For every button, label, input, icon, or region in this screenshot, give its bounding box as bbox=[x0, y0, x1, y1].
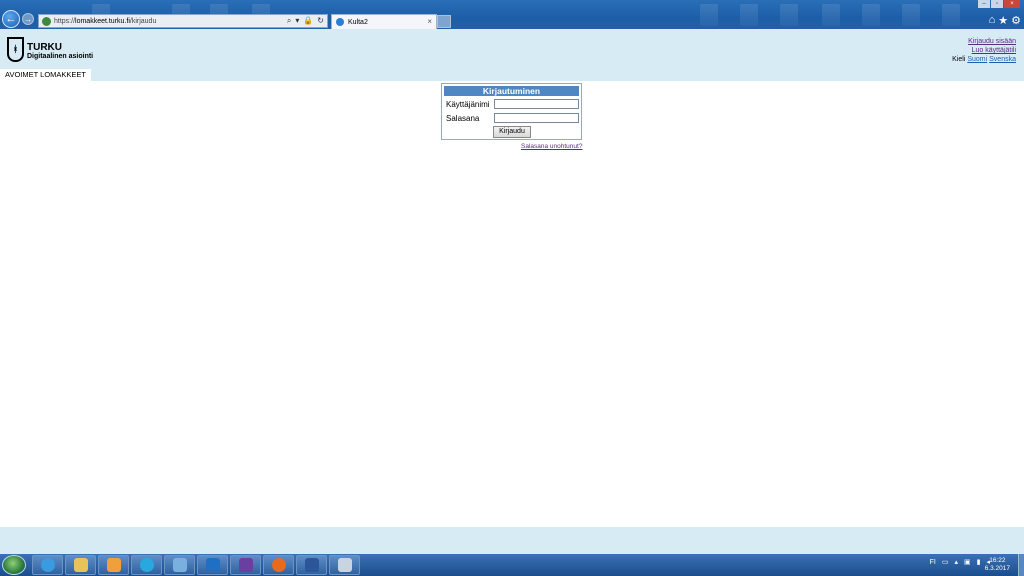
page-footer bbox=[0, 527, 1024, 554]
paint-icon[interactable] bbox=[329, 555, 360, 575]
clock-date: 6.3.2017 bbox=[984, 565, 1010, 572]
close-window-icon[interactable]: × bbox=[1004, 0, 1020, 8]
address-tools: ⌕ ▾ 🔒 ↻ bbox=[287, 16, 324, 26]
address-bar[interactable]: https://lomakkeet.turku.fi/kirjaudu ⌕ ▾ … bbox=[38, 14, 328, 28]
lock-icon[interactable]: 🔒 bbox=[303, 16, 313, 26]
input-language[interactable]: FI bbox=[930, 559, 936, 566]
skype-icon[interactable] bbox=[131, 555, 162, 575]
password-label: Salasana bbox=[446, 114, 480, 123]
start-button-icon[interactable] bbox=[2, 555, 26, 575]
language-selector: Kieli Suomi Svenska bbox=[952, 55, 1016, 64]
support-tool-icon[interactable] bbox=[164, 555, 195, 575]
close-tab-icon[interactable]: × bbox=[427, 17, 432, 26]
keyboard-icon[interactable]: ▭ bbox=[942, 558, 949, 566]
background-tile bbox=[902, 4, 920, 26]
login-title: Kirjautuminen bbox=[444, 86, 579, 96]
search-icon[interactable]: ⌕ bbox=[287, 16, 291, 26]
address-url: https://lomakkeet.turku.fi/kirjaudu bbox=[54, 17, 157, 25]
background-tile bbox=[700, 4, 718, 26]
menu-tab-open-forms[interactable]: AVOIMET LOMAKKEET bbox=[0, 69, 91, 81]
brand-subtitle: Digitaalinen asiointi bbox=[27, 53, 94, 60]
media-player-icon[interactable] bbox=[98, 555, 129, 575]
site-favicon-icon bbox=[42, 16, 51, 26]
dropdown-icon[interactable]: ▾ bbox=[295, 16, 299, 26]
forgot-password-link[interactable]: Salasana unohtunut? bbox=[521, 143, 582, 150]
top-links: Kirjaudu sisään Luo käyttäjätili Kieli S… bbox=[952, 37, 1016, 64]
window-controls: – ▫ × bbox=[978, 0, 1020, 8]
device-icon[interactable]: ▣ bbox=[964, 558, 971, 566]
browser-right-buttons: ⌂ ★ ⚙ bbox=[989, 14, 1021, 27]
forward-button[interactable]: → bbox=[22, 13, 34, 25]
username-label: Käyttäjänimi bbox=[446, 100, 490, 109]
new-tab-button[interactable] bbox=[437, 15, 451, 28]
register-link[interactable]: Luo käyttäjätili bbox=[972, 47, 1016, 54]
show-desktop-button[interactable] bbox=[1018, 554, 1024, 576]
language-sv-link[interactable]: Svenska bbox=[989, 56, 1016, 63]
password-input[interactable] bbox=[494, 113, 579, 123]
internet-explorer-icon[interactable] bbox=[32, 555, 63, 575]
file-explorer-icon[interactable] bbox=[65, 555, 96, 575]
contacts-icon[interactable] bbox=[230, 555, 261, 575]
arrow-right-icon: → bbox=[24, 14, 32, 24]
maximize-icon[interactable]: ▫ bbox=[991, 0, 1003, 8]
arrow-left-icon: ← bbox=[5, 13, 17, 25]
login-form: Kirjautuminen Käyttäjänimi Salasana Kirj… bbox=[441, 83, 582, 140]
turku-crest-icon[interactable]: ᚼ bbox=[7, 37, 24, 62]
login-button[interactable]: Kirjaudu bbox=[493, 126, 531, 138]
background-tile bbox=[942, 4, 960, 26]
browser-tab[interactable]: Kulta2 × bbox=[331, 14, 437, 29]
browser-chrome: ← → https://lomakkeet.turku.fi/kirjaudu … bbox=[0, 0, 1024, 29]
brand-name: TURKU bbox=[27, 42, 62, 53]
settings-gear-icon[interactable]: ⚙ bbox=[1011, 14, 1021, 27]
clock-time: 16:22 bbox=[989, 557, 1006, 564]
ie-favicon-icon bbox=[336, 18, 344, 26]
background-tile bbox=[780, 4, 798, 26]
login-link[interactable]: Kirjaudu sisään bbox=[968, 38, 1016, 45]
background-tile bbox=[740, 4, 758, 26]
back-button[interactable]: ← bbox=[2, 10, 20, 28]
system-tray: FI ▭ ▴ ▣ ▮ ◂ bbox=[930, 558, 990, 567]
language-fi-link[interactable]: Suomi bbox=[967, 56, 987, 63]
background-tile bbox=[822, 4, 840, 26]
language-label: Kieli bbox=[952, 56, 966, 63]
firefox-icon[interactable] bbox=[263, 555, 294, 575]
minimize-icon[interactable]: – bbox=[978, 0, 990, 8]
page-header: ᚼ TURKU Digitaalinen asiointi Kirjaudu s… bbox=[0, 29, 1024, 81]
favorites-star-icon[interactable]: ★ bbox=[998, 14, 1008, 27]
outlook-icon[interactable] bbox=[197, 555, 228, 575]
taskbar: FI ▭ ▴ ▣ ▮ ◂ 16:22 6.3.2017 bbox=[0, 554, 1024, 576]
word-icon[interactable] bbox=[296, 555, 327, 575]
home-icon[interactable]: ⌂ bbox=[989, 14, 996, 27]
username-input[interactable] bbox=[494, 99, 579, 109]
tab-title: Kulta2 bbox=[348, 18, 368, 26]
refresh-icon[interactable]: ↻ bbox=[317, 16, 324, 26]
background-tile bbox=[862, 4, 880, 26]
tray-expand-icon[interactable]: ▴ bbox=[954, 558, 958, 566]
clock[interactable]: 16:22 6.3.2017 bbox=[985, 557, 1010, 573]
network-icon[interactable]: ▮ bbox=[977, 558, 981, 566]
